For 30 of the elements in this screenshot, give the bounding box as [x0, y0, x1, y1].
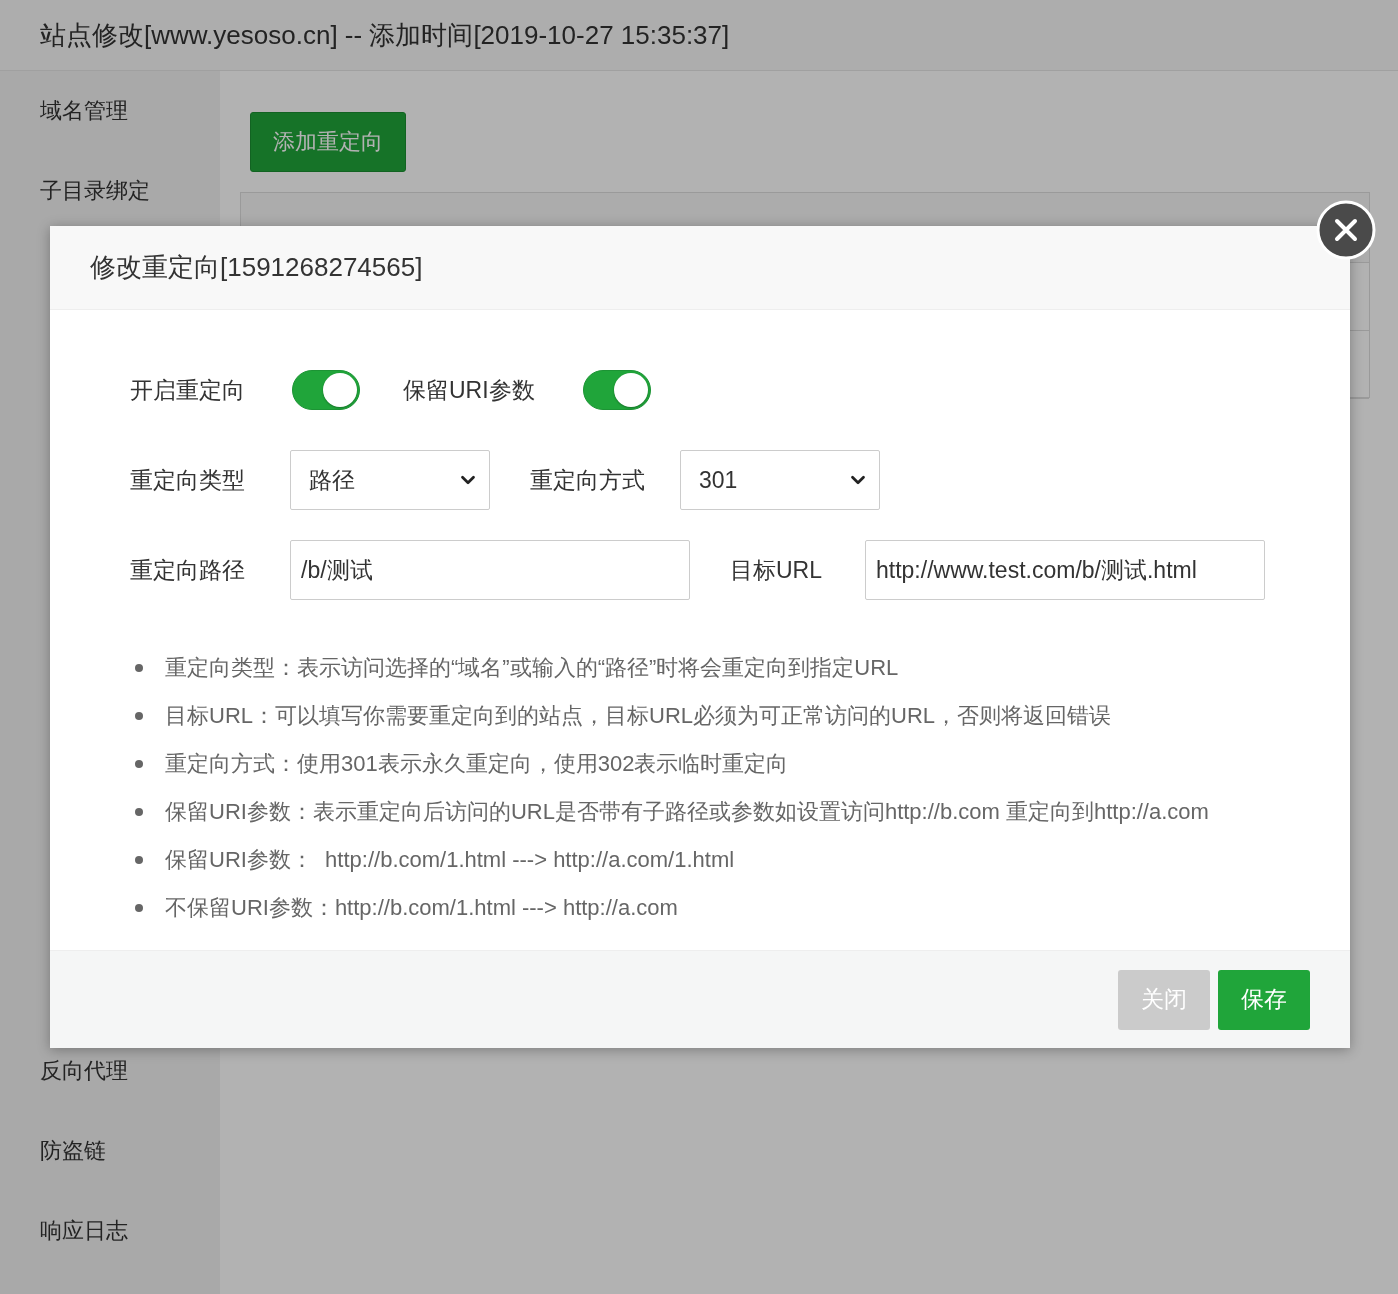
field-label: 开启重定向 — [130, 375, 246, 405]
bullet-icon — [135, 712, 143, 720]
help-note: 目标URL：可以填写你需要重定向到的站点，目标URL必须为可正常访问的URL，否则将返回错误 — [165, 702, 1112, 730]
bullet-icon — [135, 904, 143, 912]
bullet-icon — [135, 856, 143, 864]
field-label: 重定向路径 — [130, 555, 246, 585]
help-note: 保留URI参数： http://b.com/1.html ---> http://a.com/1.html — [165, 846, 735, 874]
select-field[interactable]: 301 — [680, 450, 880, 510]
help-note: 重定向方式：使用301表示永久重定向，使用302表示临时重定向 — [165, 750, 789, 778]
field-label: 目标URL — [730, 555, 823, 585]
window-title: 站点修改[www.yesoso.cn] -- 添加时间[2019-10-27 15:35:37] — [0, 0, 1398, 71]
sidebar-item[interactable]: 响应日志 — [0, 1191, 220, 1271]
input-field[interactable]: /b/测试 — [290, 540, 690, 600]
bullet-icon — [135, 808, 143, 816]
bullet-icon — [135, 664, 143, 672]
close-icon[interactable] — [1316, 200, 1376, 260]
toggle-switch[interactable] — [583, 370, 651, 410]
help-note: 不保留URI参数：http://b.com/1.html ---> http://a.com — [165, 894, 678, 922]
help-note: 重定向类型：表示访问选择的“域名”或输入的“路径”时将会重定向到指定URL — [165, 654, 899, 682]
dialog-title: 修改重定向[1591268274565] — [50, 226, 1350, 310]
field-label: 重定向类型 — [130, 465, 246, 495]
sidebar-item[interactable]: 域名管理 — [0, 71, 220, 151]
field-label: 重定向方式 — [530, 465, 646, 495]
help-note: 保留URI参数：表示重定向后访问的URL是否带有子路径或参数如设置访问http://b.com 重定向到http://a.com — [165, 798, 1209, 826]
toggle-switch[interactable] — [292, 370, 360, 410]
bullet-icon — [135, 760, 143, 768]
input-field[interactable]: http://www.test.com/b/测试.html — [865, 540, 1265, 600]
field-label: 保留URI参数 — [403, 375, 536, 405]
sidebar-item[interactable]: 防盗链 — [0, 1111, 220, 1191]
select-field[interactable]: 路径 — [290, 450, 490, 510]
